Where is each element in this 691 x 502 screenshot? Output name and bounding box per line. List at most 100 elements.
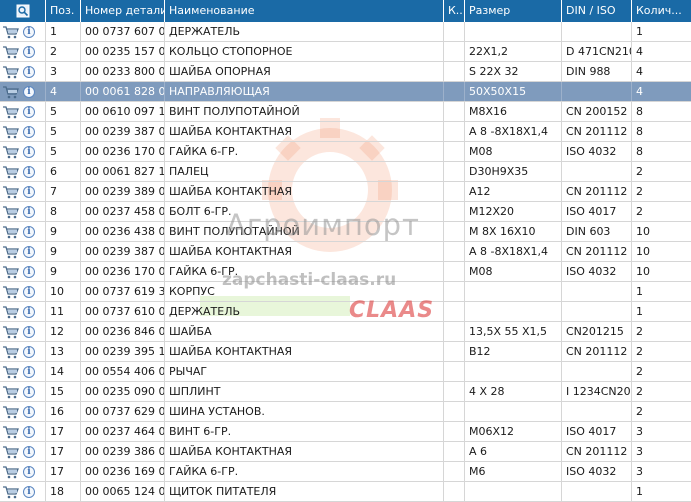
cart-icon[interactable] xyxy=(2,325,20,339)
info-icon[interactable]: i xyxy=(23,245,35,258)
cell-name: НАПРАВЛЯЮЩАЯ xyxy=(165,82,444,101)
cell-din-iso: CN 201112 xyxy=(562,342,632,361)
table-row[interactable]: i 5 00 0610 097 1 ВИНТ ПОЛУПОТАЙНОЙ M8X16 CN … xyxy=(0,102,691,122)
col-k-header[interactable]: К.. xyxy=(444,0,465,22)
header-search-parts-icon[interactable] xyxy=(0,0,46,22)
cell-name: БОЛТ 6-ГР. xyxy=(165,202,444,221)
table-row[interactable]: i 13 00 0239 395 1 ШАЙБА КОНТАКТНАЯ B12 CN 20… xyxy=(0,342,691,362)
cell-quantity: 2 xyxy=(636,165,643,178)
cart-icon[interactable] xyxy=(2,445,20,459)
cell-k xyxy=(444,122,465,141)
cart-icon[interactable] xyxy=(2,45,20,59)
info-icon[interactable]: i xyxy=(23,485,35,498)
info-icon[interactable]: i xyxy=(23,225,35,238)
info-icon[interactable]: i xyxy=(23,345,35,358)
row-actions: i xyxy=(0,62,46,81)
table-row[interactable]: i 3 00 0233 800 0 ШАЙБА ОПОРНАЯ S 22X 32 DIN … xyxy=(0,62,691,82)
cart-icon[interactable] xyxy=(2,25,20,39)
cart-icon[interactable] xyxy=(2,265,20,279)
info-icon[interactable]: i xyxy=(23,325,35,338)
cart-icon[interactable] xyxy=(2,145,20,159)
table-row[interactable]: i 5 00 0236 170 0 ГАЙКА 6-ГР. M08 ISO 4032 8 xyxy=(0,142,691,162)
info-icon[interactable]: i xyxy=(23,445,35,458)
cart-icon[interactable] xyxy=(2,305,20,319)
cart-icon[interactable] xyxy=(2,225,20,239)
info-icon[interactable]: i xyxy=(23,385,35,398)
cart-icon[interactable] xyxy=(2,405,20,419)
cart-icon[interactable] xyxy=(2,205,20,219)
table-row[interactable]: i 6 00 0061 827 1 ПАЛЕЦ D30H9X35 2 xyxy=(0,162,691,182)
col-quantity-header[interactable]: Колич... xyxy=(632,0,691,22)
table-row[interactable]: i 14 00 0554 406 0 РЫЧАГ 2 xyxy=(0,362,691,382)
col-pos-header[interactable]: Поз. xyxy=(46,0,81,22)
cart-icon[interactable] xyxy=(2,485,20,499)
cart-icon[interactable] xyxy=(2,105,20,119)
table-row[interactable]: i 17 00 0236 169 0 ГАЙКА 6-ГР. M6 ISO 4032 3 xyxy=(0,462,691,482)
info-icon[interactable]: i xyxy=(23,145,35,158)
info-icon[interactable]: i xyxy=(23,265,35,278)
cell-pos: 18 xyxy=(46,482,81,501)
col-din-iso-header[interactable]: DIN / ISO xyxy=(562,0,632,22)
cell-pos: 5 xyxy=(46,122,81,141)
table-row[interactable]: i 17 00 0239 386 0 ШАЙБА КОНТАКТНАЯ A 6 CN 20… xyxy=(0,442,691,462)
cart-icon[interactable] xyxy=(2,385,20,399)
info-icon[interactable]: i xyxy=(23,165,35,178)
cell-size: 13,5X 55 X1,5 xyxy=(465,322,562,341)
info-icon[interactable]: i xyxy=(23,285,35,298)
table-row[interactable]: i 7 00 0239 389 0 ШАЙБА КОНТАКТНАЯ A12 CN 201… xyxy=(0,182,691,202)
table-row[interactable]: i 2 00 0235 157 0 КОЛЬЦО СТОПОРНОЕ 22X1,2 D 4… xyxy=(0,42,691,62)
info-icon[interactable]: i xyxy=(23,305,35,318)
info-icon[interactable]: i xyxy=(23,45,35,58)
info-icon[interactable]: i xyxy=(23,425,35,438)
table-row[interactable]: i 1500 0235 090 0ШПЛИНТ 4 X 28I 1234CN2013… xyxy=(0,382,691,402)
table-row[interactable]: i 1 00 0737 607 0 ДЕРЖАТЕЛЬ 1 xyxy=(0,22,691,42)
cell-din-iso xyxy=(562,82,632,101)
cell-part-number: 00 0737 607 0 xyxy=(81,22,165,41)
table-row[interactable]: i 10 00 0737 619 3 КОРПУС 1 xyxy=(0,282,691,302)
info-icon[interactable]: i xyxy=(23,105,35,118)
table-row[interactable]: i 12 00 0236 846 0 ШАЙБА 13,5X 55 X1,5 CN2012… xyxy=(0,322,691,342)
cart-icon[interactable] xyxy=(2,465,20,479)
info-icon[interactable]: i xyxy=(23,205,35,218)
info-icon[interactable]: i xyxy=(23,465,35,478)
info-icon[interactable]: i xyxy=(23,405,35,418)
info-icon[interactable]: i xyxy=(23,125,35,138)
col-size-header[interactable]: Размер xyxy=(465,0,562,22)
table-row[interactable]: i 16 00 0737 629 0 ШИНА УСТАНОВ. 2 xyxy=(0,402,691,422)
cell-quantity: 8 xyxy=(636,125,643,138)
col-part-number-header[interactable]: Номер детали xyxy=(81,0,165,22)
info-icon[interactable]: i xyxy=(23,65,35,78)
row-actions: i xyxy=(0,382,46,401)
info-icon[interactable]: i xyxy=(23,25,35,38)
cell-pos: 17 xyxy=(46,442,81,461)
cell-din-iso xyxy=(562,402,632,421)
cart-icon[interactable] xyxy=(2,165,20,179)
cell-pos: 9 xyxy=(46,222,81,241)
cell-name: КОЛЬЦО СТОПОРНОЕ xyxy=(165,42,444,61)
info-icon[interactable]: i xyxy=(23,365,35,378)
table-row[interactable]: i 9 00 0236 438 0 ВИНТ ПОЛУПОТАЙНОЙ M 8X 16X… xyxy=(0,222,691,242)
cart-icon[interactable] xyxy=(2,185,20,199)
info-icon[interactable]: i xyxy=(23,185,35,198)
table-row[interactable]: i 11 00 0737 610 0 ДЕРЖАТЕЛЬ 1 xyxy=(0,302,691,322)
info-icon[interactable]: i xyxy=(23,85,35,98)
cell-name: ГАЙКА 6-ГР. xyxy=(165,262,444,281)
table-row[interactable]: i 4 00 0061 828 0 НАПРАВЛЯЮЩАЯ 50X50X15 4 xyxy=(0,82,691,102)
cell-name: ВИНТ ПОЛУПОТАЙНОЙ xyxy=(165,102,444,121)
table-row[interactable]: i 9 00 0239 387 0 ШАЙБА КОНТАКТНАЯ A 8 -8X18… xyxy=(0,242,691,262)
table-row[interactable]: i 9 00 0236 170 0 ГАЙКА 6-ГР. M08 ISO 4032 10 xyxy=(0,262,691,282)
cart-icon[interactable] xyxy=(2,365,20,379)
table-row[interactable]: i 17 00 0237 464 0 ВИНТ 6-ГР. M06X12 ISO 4017… xyxy=(0,422,691,442)
cart-icon[interactable] xyxy=(2,245,20,259)
cart-icon[interactable] xyxy=(2,425,20,439)
col-name-header[interactable]: Наименование xyxy=(165,0,444,22)
cart-icon[interactable] xyxy=(2,345,20,359)
table-row[interactable]: i 8 00 0237 458 0 БОЛТ 6-ГР. M12X20 ISO 4017 2 xyxy=(0,202,691,222)
cart-icon[interactable] xyxy=(2,285,20,299)
cart-icon[interactable] xyxy=(2,65,20,79)
table-row[interactable]: i 5 00 0239 387 0 ШАЙБА КОНТАКТНАЯ A 8 -8X18… xyxy=(0,122,691,142)
cart-icon[interactable] xyxy=(2,85,20,99)
cart-icon[interactable] xyxy=(2,125,20,139)
cell-part-number: 00 0239 387 0 xyxy=(81,122,165,141)
table-row[interactable]: i 18 00 0065 124 0 ЩИТОК ПИТАТЕЛЯ 1 xyxy=(0,482,691,502)
